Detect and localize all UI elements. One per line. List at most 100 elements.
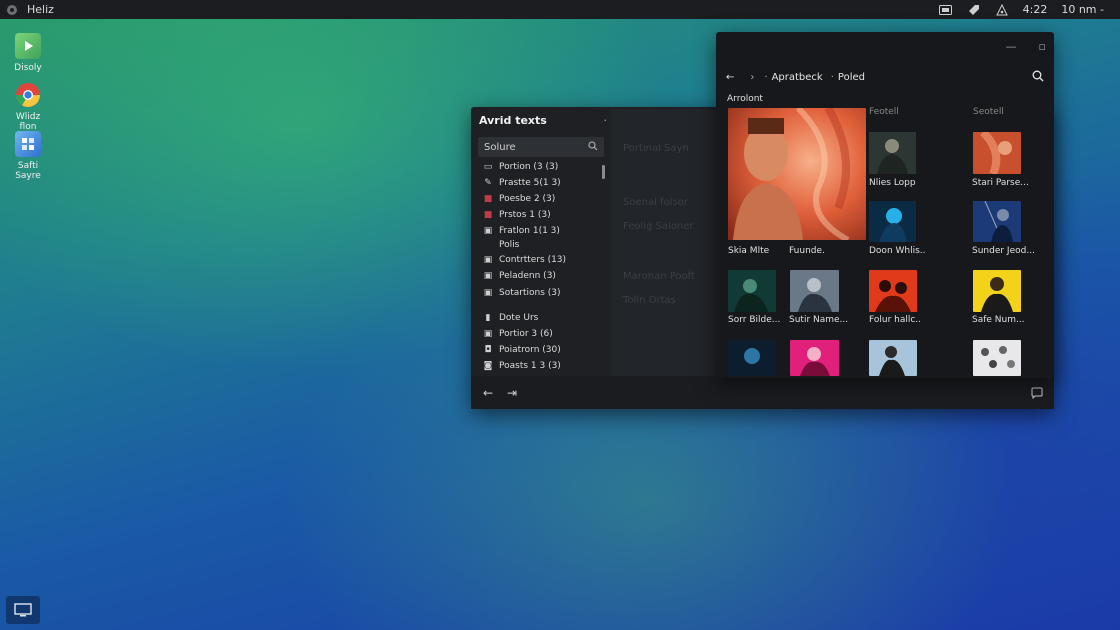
thumbnail[interactable] [973, 270, 1021, 312]
sidebar-item[interactable]: ▭ Portion (3 (3) [483, 162, 559, 172]
minimize-icon[interactable]: — [1006, 40, 1017, 53]
thumbnail[interactable] [790, 340, 839, 376]
thumbnail[interactable] [790, 270, 839, 312]
chrome-icon [15, 82, 41, 108]
desktop-icon-label: Wlidz flon [15, 112, 41, 132]
thumbnail[interactable] [728, 270, 776, 312]
forward-chevron-icon[interactable]: › [750, 72, 754, 83]
brush-icon: ✎ [484, 178, 492, 188]
square-red-icon: ■ [483, 210, 493, 220]
ghost-text: Feolig Saloner [623, 221, 694, 232]
clock-short: 4:22 [1022, 3, 1048, 16]
sidebar-item[interactable]: ▣ Sotartions (3) [483, 288, 561, 298]
play-store-icon [15, 33, 41, 59]
breadcrumb-item[interactable]: Apratbeck [772, 72, 823, 83]
sidebar-item-label: Portior 3 (6) [499, 329, 553, 339]
sidebar-item[interactable]: ▣ Peladenn (3) [483, 271, 556, 281]
tile-label: Fuunde. [789, 246, 825, 256]
sidebar-item[interactable]: ▣ Portior 3 (6) [483, 329, 553, 339]
thumbnail[interactable] [973, 132, 1021, 174]
app-title: Heliz [27, 3, 54, 16]
thumbnail[interactable] [728, 340, 776, 376]
tile-label: Sorr Bilde... [728, 315, 781, 325]
sidebar-item[interactable]: ▮ Dote Urs [483, 313, 539, 323]
square-red-icon: ■ [483, 194, 493, 204]
tag-icon[interactable] [967, 3, 981, 17]
desktop-icon-settings[interactable]: Safti Sayre [6, 131, 50, 181]
ghost-text: Soenal folsor [623, 197, 688, 208]
sidebar-section: Polis [483, 240, 519, 250]
column-label: Feotell [869, 107, 899, 117]
sidebar-item-label: Poiatrorn (30) [499, 345, 561, 355]
forward-arrow-icon[interactable]: ⇥ [503, 384, 521, 402]
sidebar-item[interactable]: ◙ Poasts 1 3 (3) [483, 361, 561, 371]
desktop-icon-disoly[interactable]: Disoly [6, 33, 50, 73]
breadcrumb: ← › · Apratbeck · Poled [716, 63, 1054, 91]
sidebar-item[interactable]: ▣ Fratlon 1(1 3) [483, 226, 560, 236]
thumbnail-large[interactable] [728, 108, 866, 240]
thumbnail[interactable] [869, 270, 917, 312]
back-arrow-icon[interactable]: ← [479, 384, 497, 402]
search-input[interactable]: Solure [478, 137, 604, 157]
sidebar-item[interactable]: ✎ Prastte 5(1 3) [483, 178, 561, 188]
sidebar-item-label: Peladenn (3) [499, 271, 556, 281]
breadcrumb-separator-icon: · [830, 71, 834, 83]
sidebar-item[interactable]: ■ Prstos 1 (3) [483, 210, 551, 220]
ghost-text: Portinal Sayn [623, 143, 689, 154]
thumbnail[interactable] [869, 201, 916, 242]
clock[interactable]: 10 nm - [1061, 3, 1104, 16]
desktop-icon-label: Disoly [14, 63, 42, 73]
scrollbar-thumb[interactable] [602, 165, 605, 179]
sidebar-item-label: Portion (3 (3) [499, 162, 559, 172]
center-pane: Portinal Sayn Soenal folsor Feolig Salon… [611, 109, 719, 377]
thumbnail[interactable] [869, 340, 917, 376]
column-label: Seotell [973, 107, 1004, 117]
tile-label: Skia Mlte [728, 246, 770, 256]
search-icon[interactable] [1032, 70, 1044, 85]
mic-icon: ▮ [485, 313, 491, 323]
network-icon[interactable] [995, 3, 1009, 17]
thumbnail[interactable] [973, 340, 1021, 376]
thumbnail[interactable] [869, 132, 916, 174]
sidebar-item-label: Poasts 1 3 (3) [499, 361, 561, 371]
window-title: Avrid texts [479, 113, 547, 127]
sidebar-item-label: Contrtters (13) [499, 255, 567, 265]
image-icon: ▣ [483, 329, 493, 339]
desktop-icon-browser[interactable]: Wlidz flon [6, 82, 50, 132]
image-icon: ▣ [483, 271, 493, 281]
search-icon[interactable] [588, 140, 598, 154]
window-resize-icon[interactable]: ▫ [1039, 40, 1046, 53]
tile-label: Folur hallc.. [869, 315, 922, 325]
tile-label: Nlies Lopp [869, 178, 916, 188]
sidebar-item[interactable]: ▣ Contrtters (13) [483, 255, 566, 265]
sidebar-section-label: Polis [499, 240, 520, 250]
sidebar-item-label: Poesbe 2 (3) [499, 194, 556, 204]
window-header: Avrid texts · [471, 107, 619, 133]
folder-icon: ▭ [483, 162, 493, 172]
image-icon: ▣ [483, 255, 493, 265]
taskbar-monitor-icon[interactable] [6, 596, 40, 624]
thumbnail[interactable] [973, 201, 1021, 242]
window-footer: ← ⇥ [471, 376, 1054, 409]
back-arrow-icon[interactable]: ← [726, 72, 734, 83]
sidebar-item-label: Sotartions (3) [499, 288, 561, 298]
chat-icon[interactable] [1028, 384, 1046, 402]
settings-app-icon [15, 131, 41, 157]
camera-icon: ◘ [484, 345, 492, 355]
tile-label: Doon Whlis.. [869, 246, 926, 256]
keyboard-icon[interactable] [939, 3, 953, 17]
image-icon: ▣ [483, 226, 493, 236]
breadcrumb-item[interactable]: Poled [838, 72, 865, 83]
sidebar-item[interactable]: ■ Poesbe 2 (3) [483, 194, 556, 204]
tile-label: Sutir Name... [789, 315, 849, 325]
sidebar-item-label: Prastte 5(1 3) [499, 178, 561, 188]
sidebar-item-label: Fratlon 1(1 3) [499, 226, 560, 236]
window-menu-dots-icon[interactable]: · [604, 114, 608, 127]
search-placeholder: Solure [484, 141, 516, 153]
lock-icon: ◙ [483, 361, 493, 371]
ghost-text: Maronan Pooft [623, 271, 695, 282]
sidebar-item-label: Prstos 1 (3) [499, 210, 551, 220]
image-icon: ▣ [483, 288, 493, 298]
launcher-icon[interactable] [5, 3, 19, 17]
sidebar-item[interactable]: ◘ Poiatrorn (30) [483, 345, 561, 355]
